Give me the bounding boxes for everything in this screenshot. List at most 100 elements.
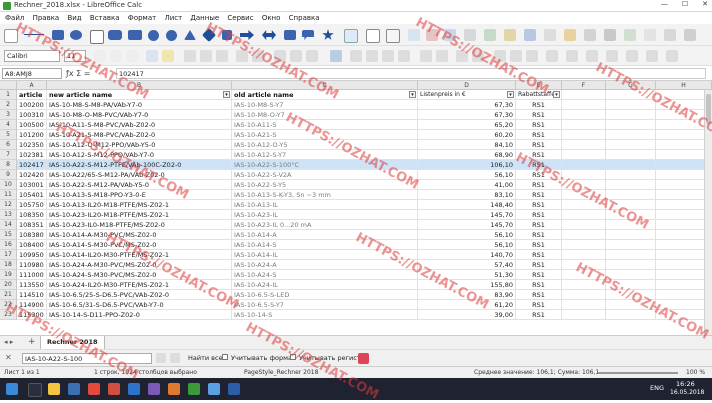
- toggle-extrusion-icon[interactable]: [386, 29, 400, 43]
- cell-old-name[interactable]: IAS-10-A23-IL 0...20 mA: [232, 220, 418, 230]
- row-header[interactable]: 21: [0, 290, 17, 300]
- find-all-button[interactable]: Найти все: [188, 354, 223, 362]
- 3d-icon[interactable]: [624, 29, 636, 41]
- empty-cell[interactable]: [606, 260, 656, 270]
- cell-article[interactable]: 109950: [17, 250, 47, 260]
- empty-cell[interactable]: [606, 270, 656, 280]
- header-old-name[interactable]: old article name ▾: [232, 90, 418, 100]
- currency-icon[interactable]: [350, 50, 362, 62]
- styles-icon[interactable]: [586, 50, 598, 62]
- cell-article[interactable]: 100500: [17, 120, 47, 130]
- cell-old-name[interactable]: IAS-10-A12-S-Y7: [232, 150, 418, 160]
- highlight-icon[interactable]: [162, 50, 174, 62]
- cell-new-name[interactable]: IAS-10-A24-IL20-M30-PTFE/MS-Z02-1: [47, 280, 232, 290]
- triangle-icon[interactable]: [184, 30, 196, 40]
- cell-old-name[interactable]: IAS-10-A11-S: [232, 120, 418, 130]
- align-right-icon[interactable]: [216, 50, 228, 62]
- cell-new-name[interactable]: IAS-10-A13-S-M18-PPO-Y3-0-E: [47, 190, 232, 200]
- menu-view[interactable]: Вид: [67, 12, 81, 24]
- empty-cell[interactable]: [562, 110, 606, 120]
- opera-icon[interactable]: [88, 383, 100, 395]
- empty-cell[interactable]: [606, 210, 656, 220]
- row-header[interactable]: 17: [0, 250, 17, 260]
- viber-icon[interactable]: [148, 383, 160, 395]
- rotate-icon[interactable]: [464, 29, 476, 41]
- cell-price[interactable]: 145,70: [418, 220, 516, 230]
- header-price[interactable]: Listenpreis in € ▾: [418, 90, 516, 100]
- empty-cell[interactable]: [562, 220, 606, 230]
- ellipse-icon[interactable]: [70, 30, 82, 40]
- col-header-e[interactable]: E: [516, 81, 562, 90]
- task-view-icon[interactable]: [28, 383, 42, 397]
- cell-price[interactable]: 41,00: [418, 180, 516, 190]
- add-sheet-icon[interactable]: +: [28, 337, 36, 347]
- row-header[interactable]: 12: [0, 200, 17, 210]
- cell-rabatt[interactable]: RS1: [516, 290, 562, 300]
- underline-icon[interactable]: [126, 50, 138, 62]
- minimize-icon[interactable]: —: [661, 0, 668, 12]
- empty-cell[interactable]: [562, 190, 606, 200]
- empty-cell[interactable]: [606, 240, 656, 250]
- cell-new-name[interactable]: IAS-10-A24-A-M30-PVC/MS-Z02-0: [47, 260, 232, 270]
- cell-price[interactable]: 140,70: [418, 250, 516, 260]
- row-header[interactable]: 11: [0, 190, 17, 200]
- cell-price[interactable]: 56,10: [418, 230, 516, 240]
- row-header[interactable]: 14: [0, 220, 17, 230]
- callout-icon[interactable]: [302, 30, 314, 40]
- points-icon[interactable]: [344, 29, 358, 43]
- cell-new-name[interactable]: IAS-10-14-S-D11-PPO-Z02-0: [47, 310, 232, 320]
- border-style-icon[interactable]: [510, 50, 522, 62]
- cell-article[interactable]: 115300: [17, 310, 47, 320]
- col-header-f[interactable]: F: [562, 81, 606, 90]
- scroll-thumb[interactable]: [706, 94, 711, 124]
- empty-cell[interactable]: [562, 240, 606, 250]
- name-box[interactable]: A8:AMJ8: [2, 68, 62, 79]
- find-replace-icon[interactable]: [358, 353, 369, 364]
- cell-price[interactable]: 57,40: [418, 260, 516, 270]
- header-article[interactable]: article: [17, 90, 47, 100]
- cell-old-name[interactable]: IAS-10-A14-IL: [232, 250, 418, 260]
- row-header[interactable]: 5: [0, 130, 17, 140]
- cell-price[interactable]: 61,20: [418, 300, 516, 310]
- cell-rabatt[interactable]: RS1: [516, 210, 562, 220]
- cell-article[interactable]: 110980: [17, 260, 47, 270]
- cell-price[interactable]: 145,70: [418, 210, 516, 220]
- cell-article[interactable]: 105750: [17, 200, 47, 210]
- outdent-icon[interactable]: [472, 50, 484, 62]
- cell-price[interactable]: 51,30: [418, 270, 516, 280]
- empty-cell[interactable]: [562, 150, 606, 160]
- empty-cell[interactable]: [562, 90, 606, 100]
- cell-rabatt[interactable]: RS1: [516, 300, 562, 310]
- filter-dropdown-icon[interactable]: ▾: [553, 91, 560, 98]
- cell-new-name[interactable]: IAS-10-A12-S-M12-PPO/VAb-Y7-0: [47, 150, 232, 160]
- cell-old-name[interactable]: IAS-10-A24-IL: [232, 280, 418, 290]
- filter-dropdown-icon[interactable]: ▾: [507, 91, 514, 98]
- header-rabatt[interactable]: Rabattstaffe ▾: [516, 90, 562, 100]
- cell-old-name[interactable]: IAS-10-A22-S-V2A: [232, 170, 418, 180]
- language-indicator[interactable]: ENG: [650, 384, 664, 392]
- filter-dropdown-icon[interactable]: ▾: [409, 91, 416, 98]
- cell-new-name[interactable]: IAS-10-M8-O-M8-PVC/VAb-Y7-0: [47, 110, 232, 120]
- empty-cell[interactable]: [606, 280, 656, 290]
- cell-article[interactable]: 105401: [17, 190, 47, 200]
- menu-edit[interactable]: Правка: [33, 12, 60, 24]
- col-header-h[interactable]: H: [656, 81, 712, 90]
- row-header[interactable]: 7: [0, 150, 17, 160]
- cell-article[interactable]: 102417: [17, 160, 47, 170]
- cell-article[interactable]: 101200: [17, 130, 47, 140]
- cell-new-name[interactable]: IAS-10-A23-IL0-M18-PTFE/MS-Z02-0: [47, 220, 232, 230]
- cell-rabatt[interactable]: RS1: [516, 310, 562, 320]
- borders-icon[interactable]: [494, 50, 506, 62]
- empty-cell[interactable]: [562, 280, 606, 290]
- delete-decimal-icon[interactable]: [436, 50, 448, 62]
- close-icon[interactable]: ✕: [702, 0, 708, 12]
- empty-cell[interactable]: [606, 250, 656, 260]
- word-icon[interactable]: [228, 383, 240, 395]
- cell-old-name[interactable]: IAS-10-A13-IL: [232, 200, 418, 210]
- font-color-icon[interactable]: [146, 50, 158, 62]
- vertical-scrollbar[interactable]: [704, 90, 712, 335]
- align-bottom-icon[interactable]: [306, 50, 318, 62]
- glue-icon[interactable]: [604, 29, 616, 41]
- cell-price[interactable]: 67,30: [418, 110, 516, 120]
- row-header[interactable]: 10: [0, 180, 17, 190]
